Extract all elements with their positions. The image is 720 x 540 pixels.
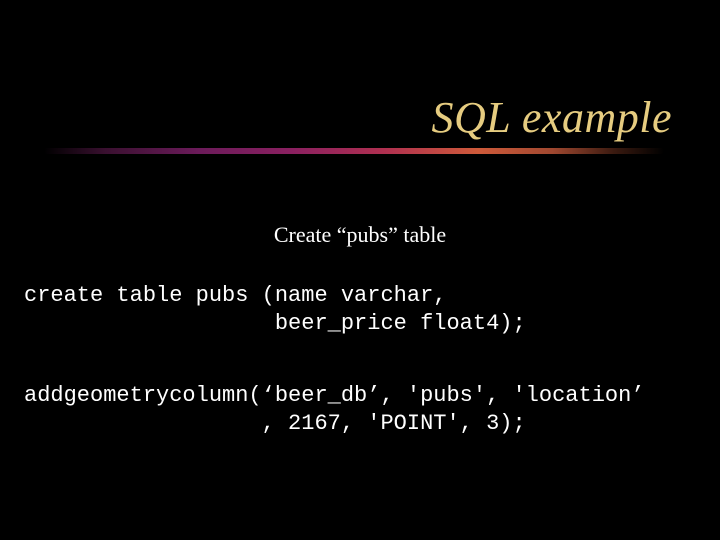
slide-subtitle: Create “pubs” table	[0, 222, 720, 248]
code-line: beer_price float4);	[24, 311, 526, 336]
title-underline	[44, 148, 664, 154]
code-line: addgeometrycolumn(‘beer_db’, 'pubs', 'lo…	[24, 383, 645, 408]
slide-title: SQL example	[431, 92, 672, 143]
code-block-1: create table pubs (name varchar, beer_pr…	[24, 282, 526, 337]
code-block-2: addgeometrycolumn(‘beer_db’, 'pubs', 'lo…	[24, 382, 645, 437]
slide: SQL example Create “pubs” table create t…	[0, 0, 720, 540]
code-line: , 2167, 'POINT', 3);	[24, 411, 526, 436]
code-line: create table pubs (name varchar,	[24, 283, 446, 308]
